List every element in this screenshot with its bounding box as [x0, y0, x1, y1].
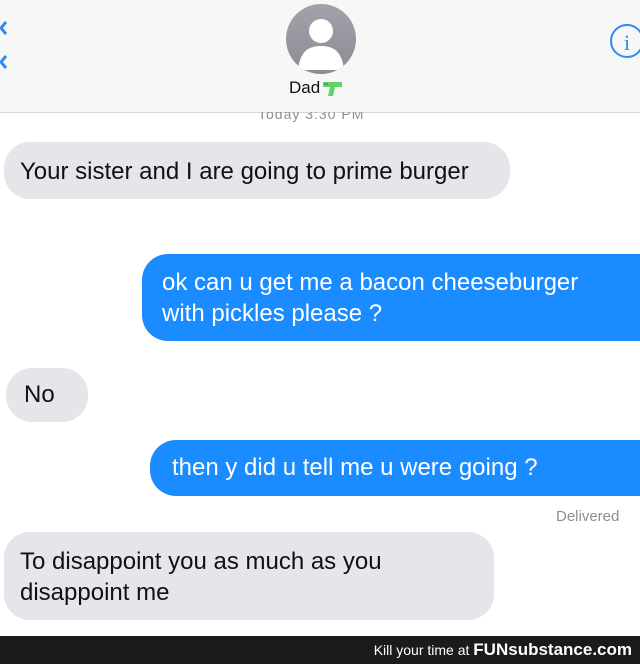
message-text: To disappoint you as much as you disappo… — [20, 548, 382, 606]
watermark-bar: Kill your time at FUNsubstance.com — [0, 636, 640, 664]
message-bubble-incoming[interactable]: To disappoint you as much as you disappo… — [4, 532, 494, 620]
conversation-header: Dad i — [0, 0, 640, 113]
message-text: No — [24, 381, 55, 408]
message-text: ok can u get me a bacon cheeseburger wit… — [162, 269, 579, 327]
message-text: Your sister and I are going to prime bur… — [20, 158, 469, 185]
message-text: then y did u tell me u were going ? — [172, 454, 538, 481]
watermark-text: Kill your time at FUNsubstance.com — [374, 640, 632, 660]
message-bubble-incoming[interactable]: Your sister and I are going to prime bur… — [4, 142, 510, 199]
info-icon[interactable]: i — [610, 24, 640, 58]
message-bubble-incoming[interactable]: No — [6, 368, 88, 422]
message-bubble-outgoing[interactable]: ok can u get me a bacon cheeseburger wit… — [142, 254, 640, 341]
watermark-brand: FUNsubstance.com — [473, 640, 632, 659]
back-chevron-icon[interactable] — [0, 20, 10, 70]
water-pistol-icon — [323, 82, 343, 96]
watermark-caption: Kill your time at — [373, 642, 470, 658]
message-bubble-outgoing[interactable]: then y did u tell me u were going ? — [150, 440, 640, 496]
conversation-timestamp: Today 3:30 PM — [258, 112, 365, 122]
contact-avatar-icon[interactable] — [286, 4, 356, 74]
contact-name[interactable]: Dad — [289, 78, 344, 98]
contact-name-label: Dad — [289, 78, 321, 97]
delivered-status: Delivered — [556, 508, 620, 525]
